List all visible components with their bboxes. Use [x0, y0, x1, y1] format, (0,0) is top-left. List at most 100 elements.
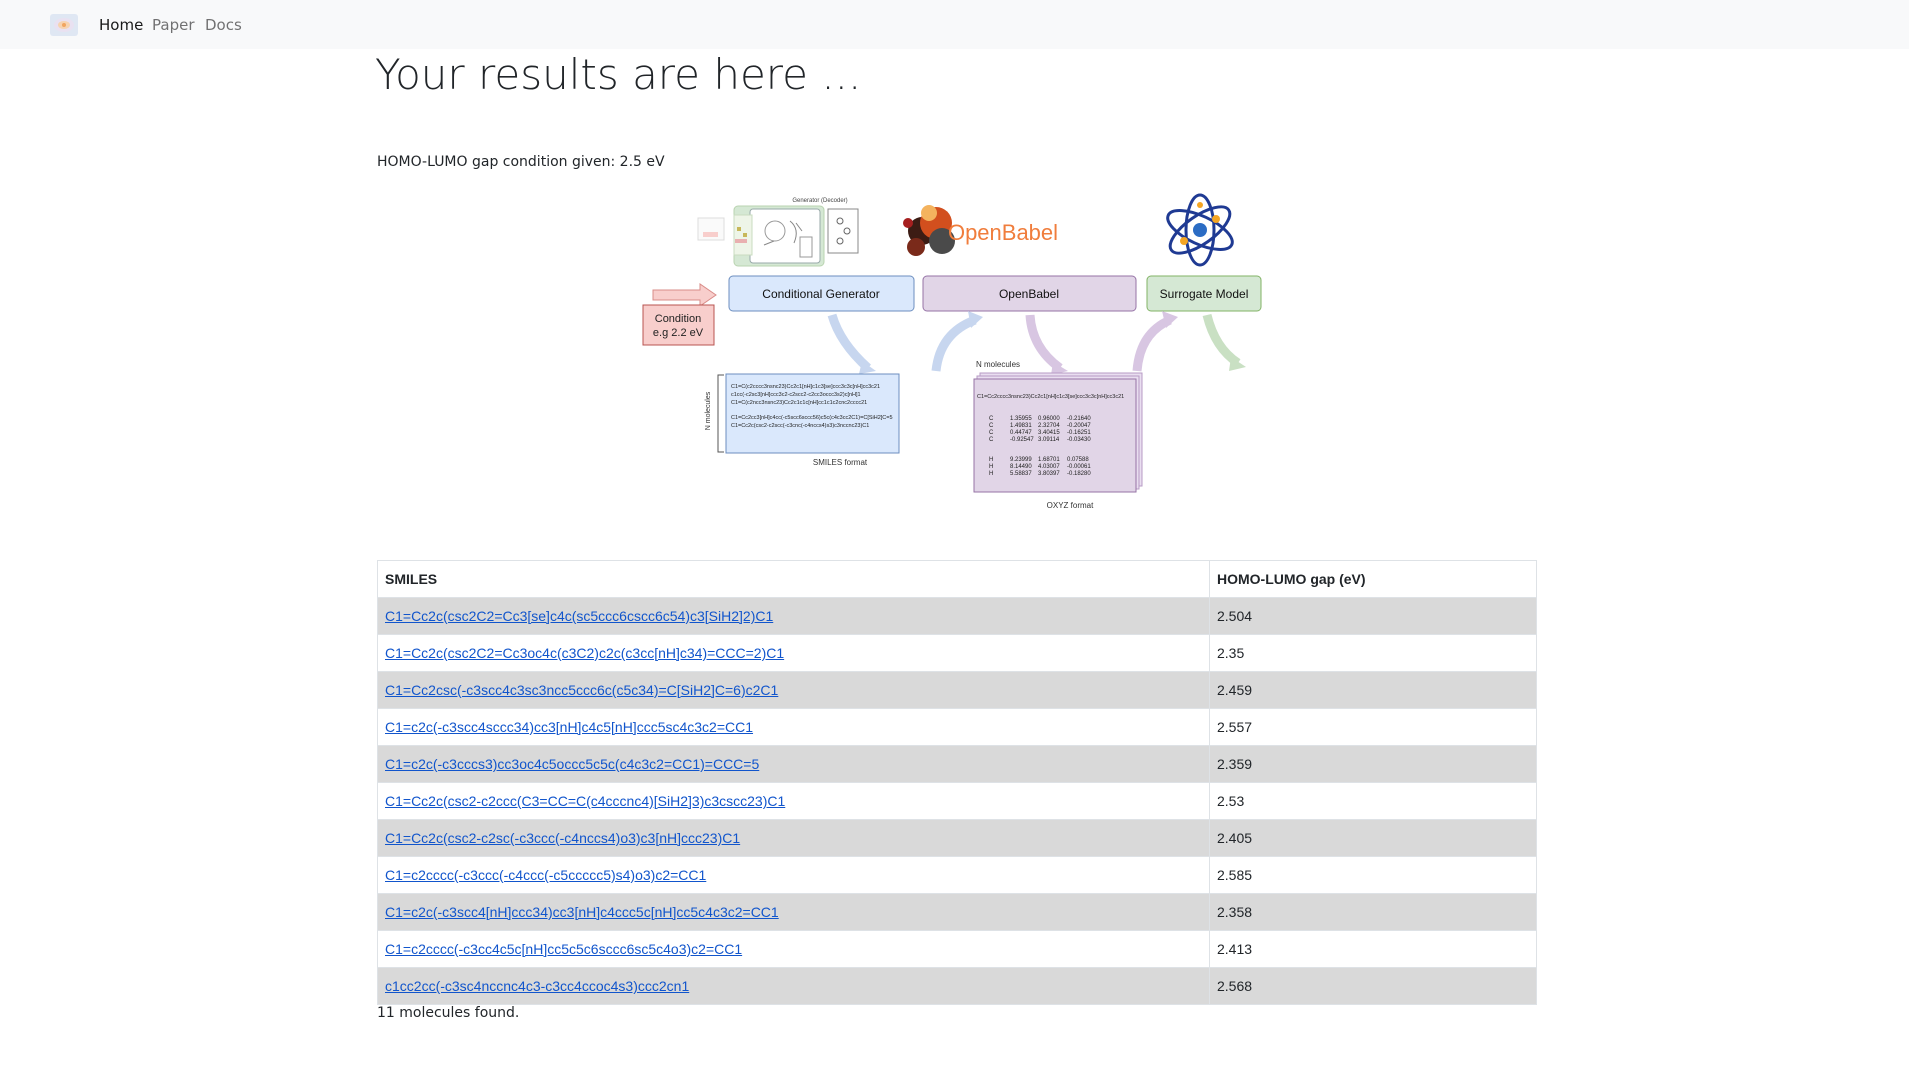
arrow-generator-to-smiles	[827, 313, 872, 372]
smiles-cell: C1=c2c(-c3cccs3)cc3oc4c5occc5c5c(c4c3c2=…	[377, 745, 1210, 783]
xyz-header: C1=Cc2cccc3nsnc23)Cc2c1[nH]c1c3[se]ccc3c…	[977, 394, 1124, 400]
gap-value-cell: 2.585	[1209, 856, 1537, 894]
xyz-cell: C	[989, 430, 994, 436]
app-logo-icon[interactable]	[50, 14, 78, 36]
table-header-row: SMILES HOMO-LUMO gap (eV)	[377, 560, 1537, 598]
nav-home-link[interactable]: Home	[99, 16, 143, 34]
table-row: C1=c2cccc(-c3ccc(-c4ccc(-c5ccccc5)s4)o3)…	[377, 856, 1537, 894]
smiles-link[interactable]: C1=c2c(-c3cccs3)cc3oc4c5occc5c5c(c4c3c2=…	[385, 756, 759, 772]
xyz-cell: 2.32704	[1038, 423, 1060, 429]
xyz-cell: -0.03430	[1067, 437, 1091, 443]
oxyz-format-label: OXYZ format	[1047, 501, 1094, 510]
table-row: C1=Cc2c(csc2-c2ccc(C3=CC=C(c4cccnc4)[SiH…	[377, 782, 1537, 820]
surrogate-model-label: Surrogate Model	[1160, 287, 1249, 301]
arrow-smiles-to-openbabel	[931, 315, 977, 372]
xyz-cell: 5.58837	[1010, 471, 1032, 477]
smiles-link[interactable]: C1=Cc2csc(-c3scc4c3sc3ncc5ccc6c(c5c34)=C…	[385, 682, 778, 698]
n-molecules-vertical-label: N molecules	[705, 391, 712, 430]
smiles-link[interactable]: C1=c2c(-c3scc4sccc34)cc3[nH]c4c5[nH]ccc5…	[385, 719, 753, 735]
table-row: C1=Cc2csc(-c3scc4c3sc3ncc5ccc6c(c5c34)=C…	[377, 671, 1537, 709]
table-row: C1=Cc2c(csc2C2=Cc3oc4c(c3C2)c2c(c3cc[nH]…	[377, 634, 1537, 672]
smiles-link[interactable]: C1=Cc2c(csc2-c2ccc(C3=CC=C(c4cccnc4)[SiH…	[385, 793, 785, 809]
gap-value-cell: 2.459	[1209, 671, 1537, 709]
xyz-cell: 1.68701	[1038, 457, 1060, 463]
smiles-line: C1=C(c2ncc3nsnc23)Cc2c1c1c[nH]cc1c1c2cnc…	[731, 400, 867, 406]
xyz-cell: C	[989, 437, 994, 443]
gap-value-cell: 2.557	[1209, 708, 1537, 746]
n-molecules-label: N molecules	[976, 360, 1020, 369]
gap-value-cell: 2.413	[1209, 930, 1537, 968]
xyz-cell: 3.40415	[1038, 430, 1060, 436]
condition-value: e.g 2.2 eV	[653, 327, 704, 339]
smiles-line: C1=C(c2cccc3nsnc23)Cc2c1[nH]c1c3[se]ccc3…	[731, 384, 880, 390]
arrow-xyz-to-surrogate	[1132, 315, 1172, 372]
nav-paper-link[interactable]: Paper	[152, 16, 194, 34]
results-table: SMILES HOMO-LUMO gap (eV) C1=Cc2c(csc2C2…	[377, 560, 1537, 1005]
gap-value-cell: 2.359	[1209, 745, 1537, 783]
smiles-link[interactable]: C1=Cc2c(csc2C2=Cc3[se]c4c(sc5ccc6cscc6c5…	[385, 608, 773, 624]
gap-value-cell: 2.358	[1209, 893, 1537, 931]
xyz-cell: 0.07588	[1067, 457, 1089, 463]
smiles-link[interactable]: C1=Cc2c(csc2-c2sc(-c3ccc(-c4nccs4)o3)c3[…	[385, 830, 740, 846]
smiles-line: C1=Cc2cc3[nH]c4cc(-c5scc6sccc56)c5c(c4c3…	[731, 415, 893, 421]
gap-value-cell: 2.35	[1209, 634, 1537, 672]
gap-value-cell: 2.53	[1209, 782, 1537, 820]
xyz-cell: 8.14490	[1010, 464, 1032, 470]
xyz-cell: C	[989, 423, 994, 429]
smiles-link[interactable]: C1=c2c(-c3scc4[nH]ccc34)cc3[nH]c4ccc5c[n…	[385, 904, 779, 920]
smiles-link[interactable]: C1=c2cccc(-c3ccc(-c4ccc(-c5ccccc5)s4)o3)…	[385, 867, 706, 883]
arrow-openbabel-to-xyz	[1025, 314, 1063, 372]
generator-caption: Generator (Decoder)	[792, 198, 847, 204]
xyz-cell: -0.92547	[1010, 437, 1034, 443]
table-row: C1=Cc2c(csc2-c2sc(-c3ccc(-c4nccs4)o3)c3[…	[377, 819, 1537, 857]
navbar: Home Paper Docs	[0, 0, 1909, 49]
smiles-format-label: SMILES format	[813, 458, 868, 467]
gap-value-cell: 2.405	[1209, 819, 1537, 857]
smiles-column-header: SMILES	[377, 560, 1210, 598]
xyz-cell: -0.18280	[1067, 471, 1091, 477]
smiles-cell: c1cc2cc(-c3sc4nccnc4c3-c3cc4ccoc4s3)ccc2…	[377, 967, 1210, 1005]
smiles-line: c1cc(-c2sc3[nH]ccc3c2-c2scc2-c2cc3occc3s…	[731, 392, 861, 398]
smiles-link[interactable]: C1=Cc2c(csc2C2=Cc3oc4c(c3C2)c2c(c3cc[nH]…	[385, 645, 784, 661]
smiles-cell: C1=c2cccc(-c3ccc(-c4ccc(-c5ccccc5)s4)o3)…	[377, 856, 1210, 894]
xyz-cell: H	[989, 464, 993, 470]
molecule-count: 11 molecules found.	[377, 1005, 520, 1021]
smiles-line: C1=Cc2c(csc2-c2scc(-c3cnc(-c4nccs4)s3)c3…	[731, 423, 869, 429]
xyz-cell: H	[989, 457, 993, 463]
xyz-cell: -0.21640	[1067, 416, 1091, 422]
xyz-cell: 9.23999	[1010, 457, 1032, 463]
smiles-cell: C1=Cc2c(csc2-c2sc(-c3ccc(-c4nccs4)o3)c3[…	[377, 819, 1210, 857]
openbabel-box-label: OpenBabel	[999, 287, 1059, 301]
condition-box	[642, 304, 715, 346]
smiles-cell: C1=c2c(-c3scc4sccc34)cc3[nH]c4c5[nH]ccc5…	[377, 708, 1210, 746]
nav-docs-link[interactable]: Docs	[205, 16, 242, 34]
smiles-cell: C1=Cc2c(csc2C2=Cc3oc4c(c3C2)c2c(c3cc[nH]…	[377, 634, 1210, 672]
table-row: C1=c2c(-c3scc4[nH]ccc34)cc3[nH]c4ccc5c[n…	[377, 893, 1537, 931]
xyz-cell: -0.00061	[1067, 464, 1091, 470]
xyz-cell: C	[989, 416, 994, 422]
pipeline-diagram: Generator (Decoder) OpenBabel Condition …	[642, 193, 1262, 510]
xyz-cell: -0.20047	[1067, 423, 1091, 429]
page-title: Your results are here ...	[375, 50, 862, 99]
xyz-cell: 1.49831	[1010, 423, 1032, 429]
table-row: C1=c2c(-c3scc4sccc34)cc3[nH]c4c5[nH]ccc5…	[377, 708, 1537, 746]
gap-value-cell: 2.504	[1209, 597, 1537, 635]
atom-icon	[1166, 193, 1234, 267]
smiles-cell: C1=Cc2csc(-c3scc4c3sc3ncc5ccc6c(c5c34)=C…	[377, 671, 1210, 709]
results-table-body: C1=Cc2c(csc2C2=Cc3[se]c4c(sc5ccc6cscc6c5…	[377, 597, 1537, 1005]
smiles-cell: C1=c2c(-c3scc4[nH]ccc34)cc3[nH]c4ccc5c[n…	[377, 893, 1210, 931]
xyz-cell: 4.03007	[1038, 464, 1060, 470]
openbabel-logo-text: OpenBabel	[948, 220, 1058, 245]
smiles-link[interactable]: C1=c2cccc(-c3cc4c5c[nH]cc5c5c6sccc6sc5c4…	[385, 941, 742, 957]
table-row: C1=c2cccc(-c3cc4c5c[nH]cc5c5c6sccc6sc5c4…	[377, 930, 1537, 968]
table-row: c1cc2cc(-c3sc4nccnc4c3-c3cc4ccoc4s3)ccc2…	[377, 967, 1537, 1005]
xyz-cell: 0.96000	[1038, 416, 1060, 422]
arrow-surrogate-output	[1202, 313, 1241, 367]
xyz-cell: 3.80397	[1038, 471, 1060, 477]
smiles-cell: C1=Cc2c(csc2C2=Cc3[se]c4c(sc5ccc6cscc6c5…	[377, 597, 1210, 635]
xyz-cell: H	[989, 471, 993, 477]
condition-arrow	[652, 283, 717, 307]
smiles-link[interactable]: c1cc2cc(-c3sc4nccnc4c3-c3cc4ccoc4s3)ccc2…	[385, 978, 689, 994]
xyz-cell: -0.16251	[1067, 430, 1091, 436]
conditional-generator-label: Conditional Generator	[762, 287, 879, 301]
